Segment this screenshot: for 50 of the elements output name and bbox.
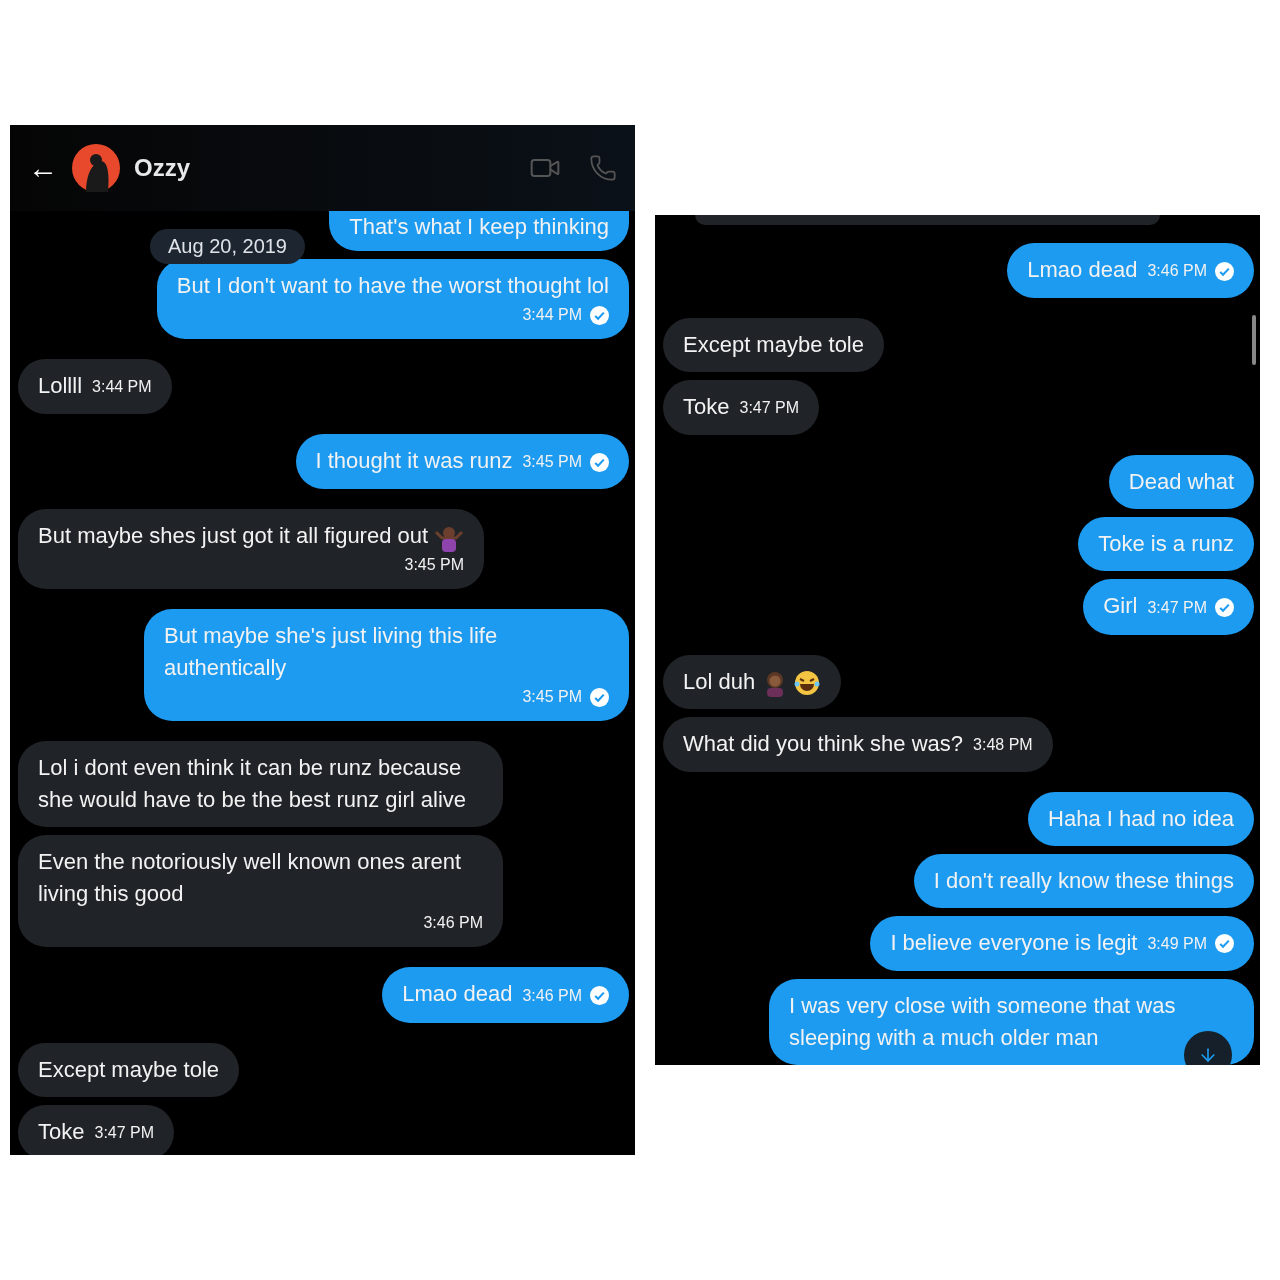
message-time: 3:46 PM	[1147, 261, 1207, 282]
avatar	[72, 144, 120, 192]
message-text: Toke	[38, 1118, 85, 1144]
message-text: But maybe she's just living this life authentically	[164, 623, 498, 681]
message-text: But maybe shes just got it all figured out	[38, 523, 429, 549]
message-time: 3:46 PM	[423, 913, 483, 934]
message-time: 3:47 PM	[94, 1122, 155, 1143]
read-receipt-icon	[590, 452, 609, 472]
back-button[interactable]: ←	[28, 153, 58, 183]
read-receipt-icon	[1215, 934, 1234, 954]
message-text: I thought it was runz	[315, 448, 513, 474]
message-text: Lmao dead	[402, 981, 513, 1007]
message-text: Girl	[1103, 593, 1138, 619]
message-text: What did you think she was?	[683, 730, 964, 756]
message-time: 3:47 PM	[1147, 597, 1207, 618]
phone-call-icon[interactable]	[589, 154, 617, 182]
message-time: 3:49 PM	[1147, 933, 1207, 954]
contact-name: Ozzy	[134, 154, 191, 182]
message-time: 3:45 PM	[522, 452, 582, 473]
message-text: I was very close with someone that was sleeping with a much older man	[789, 992, 1176, 1050]
message-time: 3:44 PM	[92, 377, 152, 398]
message-text: Even the notoriously well known ones arent living this good	[38, 849, 462, 907]
message-text: I don't really know these things	[933, 867, 1234, 893]
message-text: Dead what	[1128, 469, 1234, 495]
message-time: 3:45 PM	[404, 555, 465, 576]
read-receipt-icon	[1215, 598, 1234, 618]
scrollbar	[1252, 315, 1256, 365]
message-text: Lol i dont even think it can be runz because she would have to be the best runz girl alive	[38, 755, 467, 813]
message-text: Toke is a runz	[1098, 531, 1234, 557]
message-time: 3:47 PM	[739, 398, 800, 419]
message-text: Lollll	[38, 373, 83, 398]
read-receipt-icon	[1215, 261, 1234, 281]
read-receipt-icon	[590, 986, 609, 1006]
message-time: 3:48 PM	[973, 734, 1033, 755]
message-time: 3:45 PM	[522, 687, 582, 708]
message-text: Lmao dead	[1027, 257, 1138, 282]
message-text: Except maybe tole	[683, 332, 864, 358]
message-text: But I don't want to have the worst thought lol	[176, 273, 609, 298]
date-divider: Aug 20, 2019	[150, 229, 305, 264]
message-text: Lol duh	[683, 668, 756, 694]
message-text: Haha I had no idea	[1048, 805, 1234, 831]
message-time: 3:46 PM	[522, 985, 582, 1006]
read-receipt-icon	[590, 687, 609, 707]
message-text: Except maybe tole	[38, 1056, 219, 1082]
message-text: Toke	[683, 394, 730, 420]
message-time: 3:44 PM	[522, 305, 582, 325]
read-receipt-icon	[590, 305, 609, 325]
laughing-emoji-icon	[793, 668, 822, 697]
message-text: That's what I keep thinking	[349, 214, 609, 239]
message-text: I believe everyone is legit	[890, 929, 1138, 955]
